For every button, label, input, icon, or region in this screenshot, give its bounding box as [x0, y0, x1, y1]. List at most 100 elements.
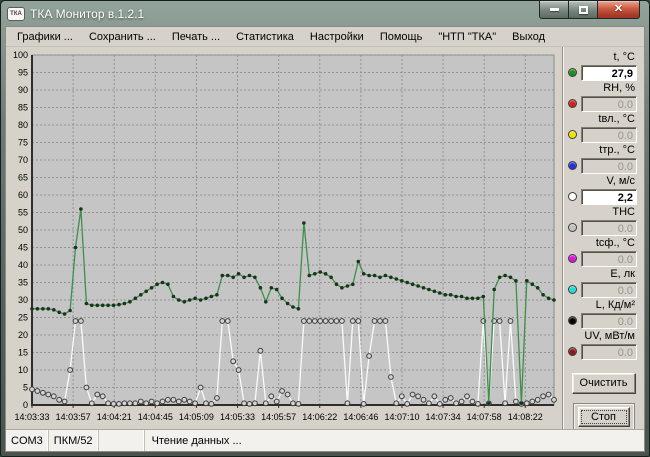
menu-item-settings[interactable]: Настройки — [302, 30, 372, 44]
maximize-icon — [579, 6, 588, 14]
reading-label: tтр., °C — [563, 144, 644, 157]
x-tick-label: 14:07:34 — [426, 412, 461, 422]
app-icon: ТКА — [7, 7, 25, 21]
reading-label: V, м/с — [563, 175, 644, 188]
reading-label: t, °C — [563, 51, 644, 64]
button-zone: Очистить Стоп — [563, 373, 644, 431]
menu-bar: Графики ... Сохранить ... Печать ... Ста… — [6, 27, 644, 47]
app-window: ТКА ТКА Монитор в.1.2.1 ✕ Графики ... Со… — [0, 0, 650, 457]
status-device: ПКМ/52 — [49, 430, 99, 451]
menu-item-statistics[interactable]: Статистика — [228, 30, 302, 44]
reading-rh: RH, % 0.0 — [563, 82, 644, 112]
reading-label: ТНС — [563, 206, 644, 219]
reading-field-ttr: 0.0 — [581, 158, 637, 174]
reading-label: tсф., °C — [563, 237, 644, 250]
x-tick-label: 14:05:57 — [261, 412, 296, 422]
y-tick-label: 60 — [18, 190, 28, 200]
reading-tsf: tсф., °C 0.0 — [563, 237, 644, 267]
client-area: Графики ... Сохранить ... Печать ... Ста… — [5, 26, 645, 452]
menu-item-help[interactable]: Помощь — [372, 30, 431, 44]
y-tick-label: 55 — [18, 208, 28, 218]
reading-e: Е, лк 0.0 — [563, 268, 644, 298]
y-tick-label: 25 — [18, 313, 28, 323]
y-tick-label: 75 — [18, 138, 28, 148]
y-tick-label: 80 — [18, 120, 28, 130]
x-tick-label: 14:03:33 — [14, 412, 49, 422]
x-tick-label: 14:06:46 — [343, 412, 378, 422]
reading-label: tвл., °C — [563, 113, 644, 126]
reading-t: t, °C 27,9 — [563, 51, 644, 81]
reading-label: RH, % — [563, 82, 644, 95]
y-tick-label: 85 — [18, 103, 28, 113]
reading-label: L, Кд/м² — [563, 299, 644, 312]
reading-field-t: 27,9 — [581, 65, 637, 81]
y-tick-label: 0 — [23, 400, 28, 410]
y-tick-label: 50 — [18, 225, 28, 235]
x-tick-label: 14:06:22 — [302, 412, 337, 422]
x-tick-label: 14:07:10 — [384, 412, 419, 422]
main-area: 0510152025303540455055606570758085909510… — [6, 47, 644, 429]
stop-button-frame: Стоп — [573, 403, 635, 431]
menu-item-exit[interactable]: Выход — [504, 30, 553, 44]
y-tick-label: 35 — [18, 278, 28, 288]
led-uv-icon — [568, 347, 577, 356]
reading-l: L, Кд/м² 0.0 — [563, 299, 644, 329]
led-twet-icon — [568, 130, 577, 139]
chart-area: 0510152025303540455055606570758085909510… — [6, 47, 562, 429]
reading-field-e: 0.0 — [581, 282, 637, 298]
led-tns-icon — [568, 223, 577, 232]
y-tick-label: 20 — [18, 330, 28, 340]
y-tick-label: 95 — [18, 68, 28, 78]
reading-twet: tвл., °C 0.0 — [563, 113, 644, 143]
clear-button[interactable]: Очистить — [572, 373, 636, 394]
close-icon: ✕ — [614, 4, 623, 15]
minimize-icon — [550, 8, 559, 11]
reading-uv: UV, мВт/м 0.0 — [563, 330, 644, 360]
y-tick-label: 40 — [18, 260, 28, 270]
y-tick-label: 100 — [13, 50, 28, 60]
y-tick-label: 70 — [18, 155, 28, 165]
window-controls: ✕ — [539, 1, 640, 19]
led-v-icon — [568, 192, 577, 201]
window-title: ТКА Монитор в.1.2.1 — [30, 7, 144, 21]
x-tick-label: 14:05:33 — [220, 412, 255, 422]
menu-item-ntp-tka[interactable]: "НТП "ТКА" — [430, 30, 504, 44]
led-tsf-icon — [568, 254, 577, 263]
y-tick-label: 5 — [23, 383, 28, 393]
y-tick-label: 45 — [18, 243, 28, 253]
y-tick-label: 15 — [18, 348, 28, 358]
menu-item-graphs[interactable]: Графики ... — [9, 30, 81, 44]
status-message: Чтение данных ... — [145, 430, 644, 451]
maximize-button[interactable] — [569, 1, 597, 19]
y-tick-label: 90 — [18, 85, 28, 95]
x-tick-label: 14:05:09 — [179, 412, 214, 422]
title-bar: ТКА ТКА Монитор в.1.2.1 — [7, 2, 529, 25]
x-tick-label: 14:03:57 — [56, 412, 91, 422]
reading-field-uv: 0.0 — [581, 344, 637, 360]
status-empty — [99, 430, 145, 451]
reading-field-tns: 0.0 — [581, 220, 637, 236]
reading-tns: ТНС 0.0 — [563, 206, 644, 236]
led-t-icon — [568, 68, 577, 77]
chart-canvas: 0510152025303540455055606570758085909510… — [6, 47, 562, 429]
reading-v: V, м/с 2,2 — [563, 175, 644, 205]
reading-ttr: tтр., °C 0.0 — [563, 144, 644, 174]
reading-field-twet: 0.0 — [581, 127, 637, 143]
minimize-button[interactable] — [539, 1, 569, 19]
status-bar: COM3 ПКМ/52 Чтение данных ... — [6, 429, 644, 451]
led-rh-icon — [568, 99, 577, 108]
close-button[interactable]: ✕ — [597, 1, 640, 19]
menu-item-print[interactable]: Печать ... — [164, 30, 228, 44]
menu-item-save[interactable]: Сохранить ... — [81, 30, 164, 44]
stop-button[interactable]: Стоп — [578, 407, 630, 427]
reading-label: UV, мВт/м — [563, 330, 644, 343]
y-tick-label: 65 — [18, 173, 28, 183]
x-tick-label: 14:07:58 — [467, 412, 502, 422]
x-tick-label: 14:04:21 — [97, 412, 132, 422]
led-e-icon — [568, 285, 577, 294]
led-ttr-icon — [568, 161, 577, 170]
y-tick-label: 30 — [18, 295, 28, 305]
reading-field-l: 0.0 — [581, 313, 637, 329]
reading-label: Е, лк — [563, 268, 644, 281]
x-tick-label: 14:04:45 — [138, 412, 173, 422]
